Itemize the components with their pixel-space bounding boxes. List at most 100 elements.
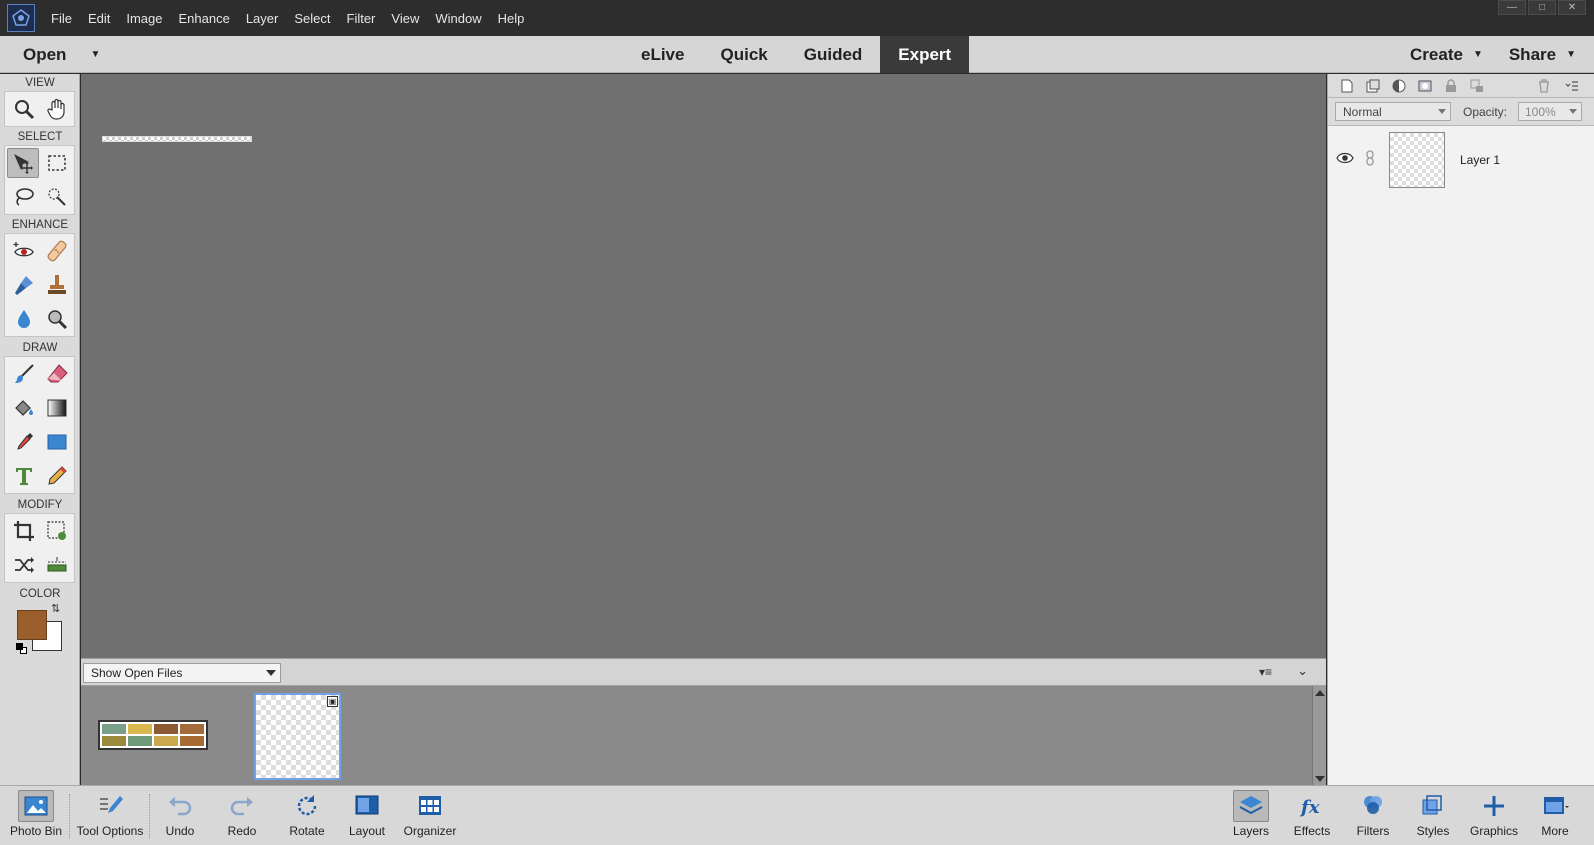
panel-menu-icon[interactable] bbox=[1561, 77, 1583, 95]
scroll-down-icon[interactable] bbox=[1315, 776, 1325, 782]
tab-elive[interactable]: eLive bbox=[623, 36, 702, 73]
layer-mask-icon[interactable] bbox=[1414, 77, 1436, 95]
move-tool-icon[interactable] bbox=[7, 148, 39, 178]
plus-icon bbox=[1476, 790, 1512, 822]
sponge-tool-icon[interactable] bbox=[41, 304, 73, 334]
menu-filter[interactable]: Filter bbox=[339, 11, 384, 26]
show-open-files-dropdown[interactable]: Show Open Files bbox=[83, 663, 281, 683]
organizer-button[interactable]: Organizer bbox=[401, 790, 459, 844]
opacity-label: Opacity: bbox=[1463, 105, 1508, 119]
open-label: Open bbox=[23, 44, 67, 64]
red-eye-tool-icon[interactable] bbox=[8, 236, 40, 266]
styles-button[interactable]: Styles bbox=[1410, 790, 1456, 844]
eyedropper-tool-icon[interactable] bbox=[8, 427, 40, 457]
layer-name[interactable]: Layer 1 bbox=[1460, 153, 1500, 167]
smart-brush-tool-icon[interactable] bbox=[8, 270, 40, 300]
undo-button[interactable]: Undo bbox=[160, 790, 200, 844]
pencil-tool-icon[interactable] bbox=[41, 461, 73, 491]
layer-thumbnail[interactable] bbox=[1389, 132, 1445, 188]
marquee-tool-icon[interactable] bbox=[41, 148, 73, 178]
menu-enhance[interactable]: Enhance bbox=[171, 11, 238, 26]
zoom-tool-icon[interactable] bbox=[8, 94, 40, 124]
clone-stamp-tool-icon[interactable] bbox=[41, 270, 73, 300]
layer-row[interactable]: Layer 1 bbox=[1328, 130, 1594, 192]
more-button[interactable]: More bbox=[1532, 790, 1578, 844]
type-tool-icon[interactable] bbox=[8, 461, 40, 491]
layers-label: Layers bbox=[1232, 824, 1270, 838]
menu-window[interactable]: Window bbox=[427, 11, 489, 26]
paint-bucket-tool-icon[interactable] bbox=[8, 393, 40, 423]
tab-guided[interactable]: Guided bbox=[786, 36, 881, 73]
visibility-eye-icon[interactable] bbox=[1336, 151, 1354, 165]
gradient-tool-icon[interactable] bbox=[41, 393, 73, 423]
document-canvas[interactable] bbox=[102, 136, 252, 142]
lock-icon[interactable] bbox=[1440, 77, 1462, 95]
straighten-tool-icon[interactable] bbox=[41, 550, 73, 580]
link-icon[interactable] bbox=[1364, 150, 1376, 166]
app-logo-icon[interactable] bbox=[7, 4, 35, 32]
menu-layer[interactable]: Layer bbox=[238, 11, 287, 26]
create-button[interactable]: Create ▼ bbox=[1410, 45, 1483, 65]
tool-options-label: Tool Options bbox=[76, 824, 144, 838]
opacity-field[interactable]: 100% bbox=[1518, 102, 1582, 121]
brush-tool-icon[interactable] bbox=[8, 359, 40, 389]
menu-file[interactable]: File bbox=[43, 11, 80, 26]
adjustment-layer-icon[interactable] bbox=[1388, 77, 1410, 95]
eraser-tool-icon[interactable] bbox=[41, 359, 73, 389]
maximize-icon[interactable]: □ bbox=[1528, 0, 1556, 15]
content-aware-move-tool-icon[interactable] bbox=[8, 550, 40, 580]
open-file-thumbnail-active[interactable]: ▣ bbox=[254, 693, 341, 780]
chevron-down-icon[interactable]: ▼ bbox=[90, 49, 100, 60]
default-colors-icon[interactable] bbox=[16, 643, 28, 655]
layout-button[interactable]: Layout bbox=[345, 790, 389, 844]
menu-help[interactable]: Help bbox=[490, 11, 533, 26]
open-button[interactable]: Open ▼ bbox=[23, 36, 100, 73]
hand-tool-icon[interactable] bbox=[41, 94, 73, 124]
graphics-button[interactable]: Graphics bbox=[1466, 790, 1522, 844]
panel-menu-icon[interactable]: ▾≡ bbox=[1259, 665, 1272, 679]
share-label: Share bbox=[1508, 44, 1557, 64]
menu-image[interactable]: Image bbox=[118, 11, 170, 26]
new-group-icon[interactable] bbox=[1362, 77, 1384, 95]
photo-bin-scrollbar[interactable] bbox=[1312, 686, 1326, 786]
collapse-chevron-icon[interactable]: ⌄ bbox=[1297, 663, 1308, 679]
redo-button[interactable]: Redo bbox=[222, 790, 262, 844]
tab-quick[interactable]: Quick bbox=[702, 36, 785, 73]
open-file-thumbnail-palette[interactable] bbox=[98, 720, 208, 750]
filters-button[interactable]: Filters bbox=[1350, 790, 1396, 844]
share-button[interactable]: Share ▼ bbox=[1509, 45, 1576, 65]
trash-icon[interactable] bbox=[1533, 77, 1555, 95]
menu-view[interactable]: View bbox=[383, 11, 427, 26]
scroll-up-icon[interactable] bbox=[1315, 690, 1325, 696]
canvas-area[interactable] bbox=[81, 74, 1326, 658]
crop-tool-icon[interactable] bbox=[8, 516, 40, 546]
menu-bar: File Edit Image Enhance Layer Select Fil… bbox=[0, 0, 1594, 36]
minimize-icon[interactable]: — bbox=[1498, 0, 1526, 15]
lasso-tool-icon[interactable] bbox=[8, 182, 40, 212]
lock-transparency-icon[interactable] bbox=[1466, 77, 1488, 95]
tab-expert[interactable]: Expert bbox=[880, 36, 970, 73]
close-icon[interactable]: ✕ bbox=[1558, 0, 1586, 15]
recompose-tool-icon[interactable] bbox=[41, 516, 73, 546]
section-draw-label: DRAW bbox=[22, 342, 58, 354]
enhance-tools bbox=[4, 233, 75, 337]
healing-brush-tool-icon[interactable] bbox=[41, 236, 73, 266]
tool-options-button[interactable]: Tool Options bbox=[73, 790, 147, 844]
styles-icon bbox=[1415, 790, 1451, 822]
menu-select[interactable]: Select bbox=[286, 11, 338, 26]
blend-mode-dropdown[interactable]: Normal bbox=[1335, 102, 1451, 121]
layers-button[interactable]: Layers bbox=[1228, 790, 1274, 844]
foreground-color-swatch[interactable] bbox=[17, 610, 47, 640]
effects-button[interactable]: fx Effects bbox=[1289, 790, 1335, 844]
new-layer-icon[interactable] bbox=[1336, 77, 1358, 95]
menu-edit[interactable]: Edit bbox=[80, 11, 118, 26]
swap-colors-icon[interactable]: ⇅ bbox=[51, 604, 60, 615]
photo-bin-icon bbox=[18, 790, 54, 822]
rotate-button[interactable]: Rotate bbox=[283, 790, 331, 844]
quick-selection-tool-icon[interactable] bbox=[41, 182, 73, 212]
shape-tool-icon[interactable] bbox=[41, 427, 73, 457]
blur-tool-icon[interactable] bbox=[8, 304, 40, 334]
photo-bin-button[interactable]: Photo Bin bbox=[10, 790, 62, 844]
section-color-label: COLOR bbox=[19, 588, 61, 600]
layout-label: Layout bbox=[348, 824, 386, 838]
